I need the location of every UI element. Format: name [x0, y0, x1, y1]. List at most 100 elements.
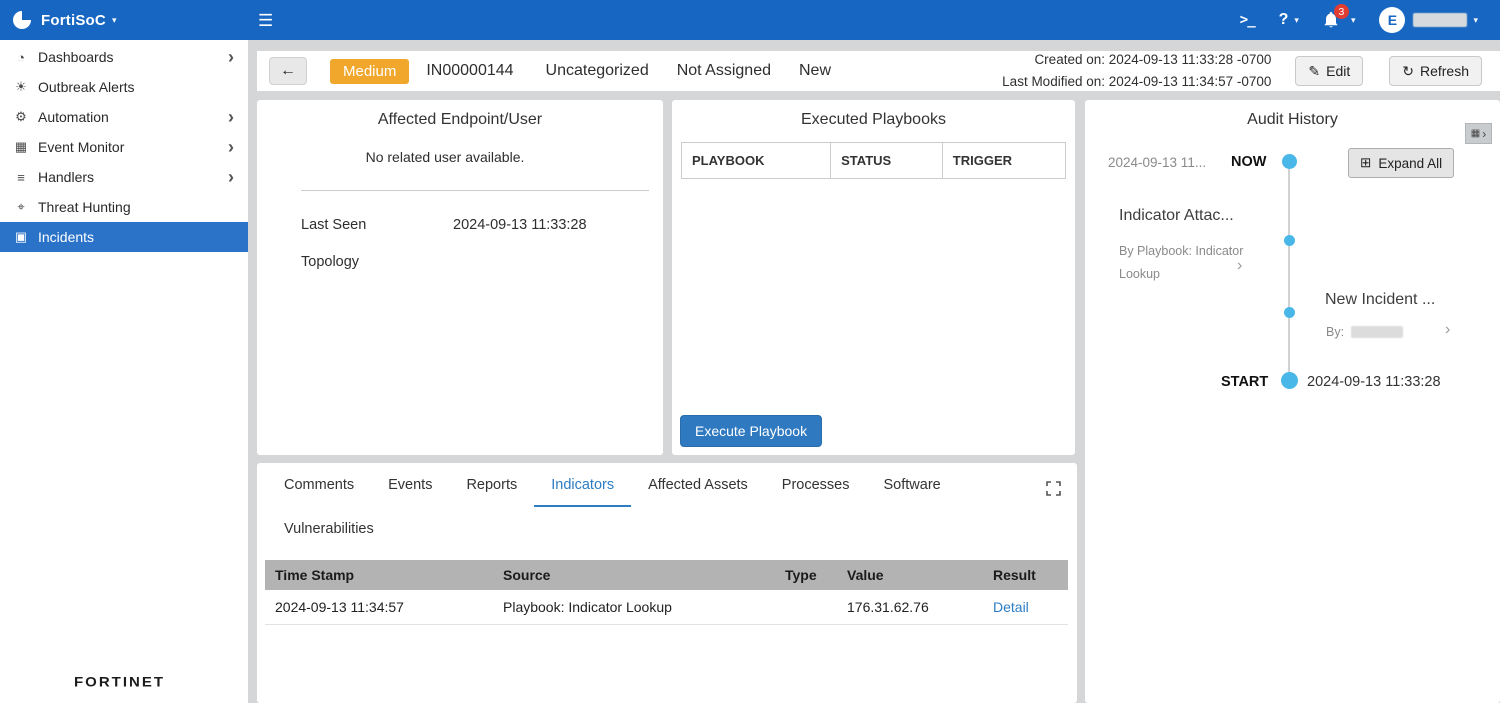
- panel-collapse-handle[interactable]: ▦ ›: [1465, 123, 1492, 144]
- avatar: E: [1379, 7, 1405, 33]
- threat-hunting-icon: ⌖: [12, 199, 30, 215]
- back-button[interactable]: ←: [269, 57, 307, 85]
- column-header-time-stamp: Time Stamp: [265, 560, 493, 590]
- timeline-dot: [1284, 307, 1295, 318]
- tab-comments[interactable]: Comments: [267, 463, 371, 507]
- chevron-right-icon: ›: [228, 48, 234, 66]
- by-label: By:: [1326, 325, 1344, 339]
- product-name[interactable]: FortiSoC: [41, 12, 106, 29]
- panel-title: Affected Endpoint/User: [257, 100, 663, 129]
- audit-event-byline: By:: [1326, 325, 1403, 339]
- execute-playbook-button[interactable]: Execute Playbook: [680, 415, 822, 447]
- severity-badge: Medium: [330, 59, 409, 84]
- cell-source: Playbook: Indicator Lookup: [493, 590, 775, 625]
- chevron-right-icon[interactable]: ›: [1445, 321, 1450, 339]
- incident-timestamps: Created on: 2024-09-13 11:33:28 -0700 La…: [1002, 49, 1271, 92]
- audit-event-title[interactable]: Indicator Attac...: [1119, 207, 1234, 225]
- edit-button[interactable]: ✎ Edit: [1295, 56, 1363, 86]
- now-timestamp: 2024-09-13 11...: [1108, 155, 1206, 170]
- back-arrow-icon: ←: [280, 62, 296, 80]
- tab-vulnerabilities[interactable]: Vulnerabilities: [267, 507, 391, 551]
- cell-time-stamp: 2024-09-13 11:34:57: [265, 590, 493, 625]
- sidebar-item-automation[interactable]: ⚙ Automation ›: [0, 102, 248, 132]
- timeline-dot: [1281, 372, 1298, 389]
- chevron-right-icon: ›: [1482, 128, 1486, 140]
- cli-console-icon[interactable]: >_: [1240, 12, 1255, 28]
- start-label: START: [1221, 374, 1268, 390]
- sidebar-item-event-monitor[interactable]: ▦ Event Monitor ›: [0, 132, 248, 162]
- user-menu[interactable]: E ▾: [1379, 7, 1478, 33]
- sidebar-item-label: Dashboards: [38, 49, 114, 65]
- dashboards-icon: ◔: [12, 50, 30, 65]
- sidebar: ◔ Dashboards › ☀ Outbreak Alerts ⚙ Autom…: [0, 40, 248, 703]
- audit-event-byline: By Playbook: Indicator Lookup: [1119, 240, 1247, 285]
- playbooks-table-header: PLAYBOOK STATUS TRIGGER: [681, 142, 1066, 179]
- chevron-right-icon: ›: [228, 138, 234, 156]
- tab-software[interactable]: Software: [867, 463, 958, 507]
- edit-label: Edit: [1326, 63, 1350, 79]
- sidebar-item-label: Handlers: [38, 169, 94, 185]
- sidebar-item-label: Automation: [38, 109, 109, 125]
- chevron-down-icon: ▾: [1351, 15, 1356, 26]
- chevron-down-icon: ▾: [1294, 15, 1299, 26]
- sidebar-item-outbreak-alerts[interactable]: ☀ Outbreak Alerts: [0, 72, 248, 102]
- affected-endpoint-panel: Affected Endpoint/User No related user a…: [257, 100, 663, 455]
- fullscreen-icon[interactable]: [1046, 481, 1061, 496]
- timeline-line: [1288, 162, 1290, 382]
- incident-category: Uncategorized: [546, 62, 649, 80]
- notification-badge: 3: [1334, 4, 1349, 19]
- tab-events[interactable]: Events: [371, 463, 449, 507]
- sidebar-item-dashboards[interactable]: ◔ Dashboards ›: [0, 42, 248, 72]
- panel-title: Executed Playbooks: [672, 100, 1075, 129]
- start-timestamp: 2024-09-13 11:33:28: [1307, 374, 1441, 390]
- topbar: FortiSoC ▾ ☰ >_ ? ▾ 3 ▾ E ▾: [0, 0, 1500, 40]
- created-on: Created on: 2024-09-13 11:33:28 -0700: [1002, 49, 1271, 71]
- sidebar-item-incidents[interactable]: ▣ Incidents: [0, 222, 248, 252]
- table-row: 2024-09-13 11:34:57 Playbook: Indicator …: [265, 590, 1068, 625]
- cell-type: [775, 590, 837, 625]
- topology-label: Topology: [301, 254, 359, 270]
- last-seen-value: 2024-09-13 11:33:28: [453, 217, 587, 233]
- tab-bar: Comments Events Reports Indicators Affec…: [257, 463, 1047, 551]
- grid-icon: ▦: [1471, 128, 1480, 139]
- now-label: NOW: [1231, 154, 1266, 170]
- detail-link[interactable]: Detail: [993, 599, 1029, 615]
- audit-event-title[interactable]: New Incident ...: [1325, 291, 1435, 309]
- expand-all-icon: ⊞: [1360, 155, 1371, 171]
- sidebar-item-threat-hunting[interactable]: ⌖ Threat Hunting: [0, 192, 248, 222]
- sidebar-item-label: Outbreak Alerts: [38, 79, 135, 95]
- column-header-trigger: TRIGGER: [943, 142, 1066, 179]
- redacted-user: [1351, 326, 1403, 338]
- sidebar-item-handlers[interactable]: ≡ Handlers ›: [0, 162, 248, 192]
- tab-reports[interactable]: Reports: [449, 463, 534, 507]
- outbreak-alerts-icon: ☀: [12, 79, 30, 95]
- column-header-value: Value: [837, 560, 983, 590]
- help-icon: ?: [1279, 11, 1289, 29]
- refresh-button[interactable]: ↻ Refresh: [1389, 56, 1482, 86]
- chevron-down-icon: ▾: [1473, 15, 1478, 26]
- divider: [301, 190, 649, 191]
- chevron-right-icon: ›: [228, 108, 234, 126]
- timeline-dot: [1284, 235, 1295, 246]
- incident-status: New: [799, 62, 831, 80]
- tab-processes[interactable]: Processes: [765, 463, 867, 507]
- cell-value: 176.31.62.76: [837, 590, 983, 625]
- chevron-right-icon: ›: [228, 168, 234, 186]
- help-menu[interactable]: ? ▾: [1279, 11, 1299, 29]
- topbar-actions: >_ ? ▾ 3 ▾ E ▾: [1240, 7, 1488, 33]
- sidebar-item-label: Threat Hunting: [38, 199, 131, 215]
- sidebar-toggle-button[interactable]: ☰: [258, 12, 273, 29]
- expand-all-label: Expand All: [1378, 156, 1442, 171]
- event-monitor-icon: ▦: [12, 139, 30, 155]
- incidents-icon: ▣: [12, 229, 30, 245]
- tab-indicators[interactable]: Indicators: [534, 463, 631, 507]
- chevron-right-icon[interactable]: ›: [1237, 257, 1242, 275]
- notifications-menu[interactable]: 3 ▾: [1323, 11, 1356, 29]
- timeline-dot: [1282, 154, 1297, 169]
- last-seen-label: Last Seen: [301, 217, 366, 233]
- chevron-down-icon[interactable]: ▾: [112, 15, 117, 26]
- refresh-icon: ↻: [1402, 63, 1414, 80]
- expand-all-button[interactable]: ⊞ Expand All: [1348, 148, 1454, 178]
- panel-title: Audit History: [1085, 100, 1500, 129]
- tab-affected-assets[interactable]: Affected Assets: [631, 463, 765, 507]
